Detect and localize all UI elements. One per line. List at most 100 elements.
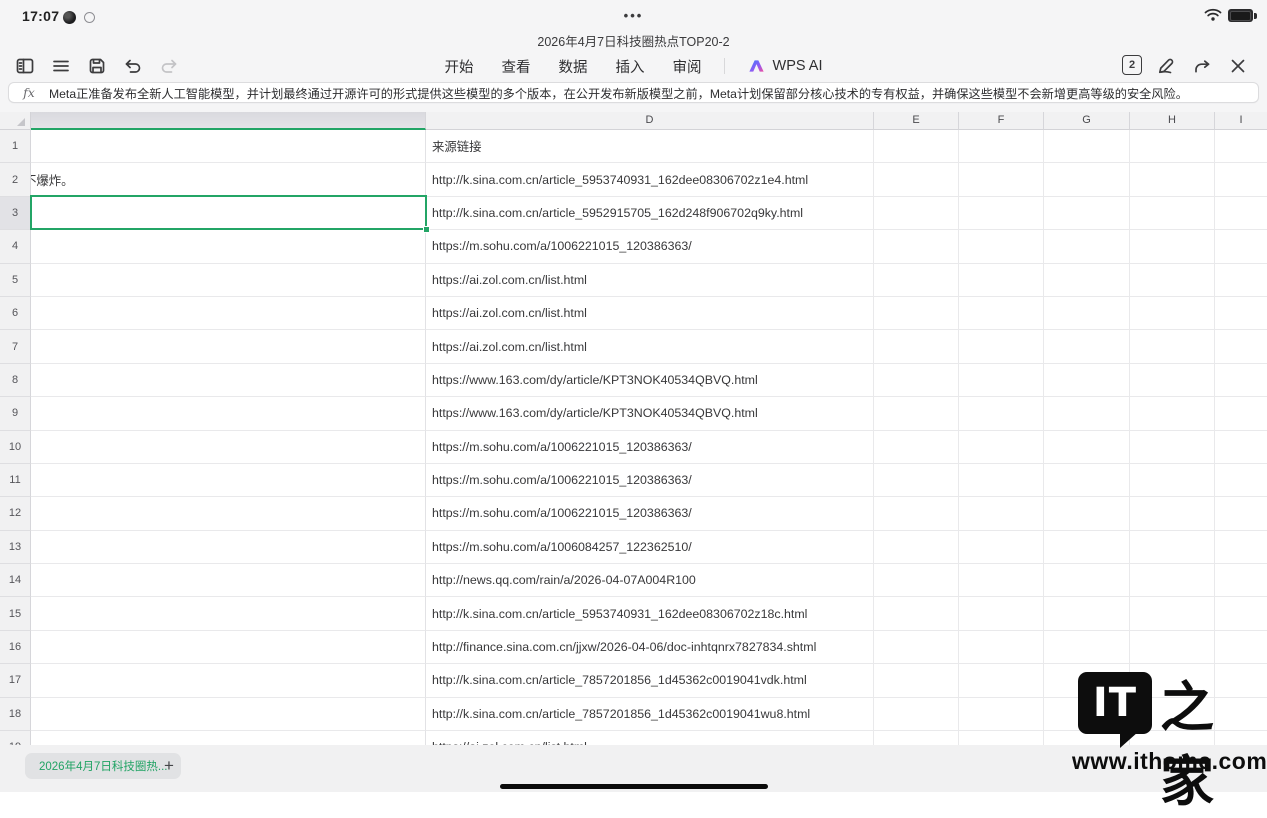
cell-c19[interactable] — [31, 731, 426, 745]
cell-g7[interactable] — [1044, 330, 1130, 363]
cell-g2[interactable] — [1044, 163, 1130, 196]
cell-c15[interactable] — [31, 597, 426, 630]
cell-e17[interactable] — [874, 664, 959, 697]
cell-f6[interactable] — [959, 297, 1044, 330]
cell-f16[interactable] — [959, 631, 1044, 664]
column-header-D[interactable]: D — [426, 112, 874, 130]
cell-h10[interactable] — [1130, 431, 1215, 464]
cell-c2[interactable]: 不爆炸。 — [31, 163, 426, 196]
cell-i12[interactable] — [1215, 497, 1267, 530]
cell-e2[interactable] — [874, 163, 959, 196]
cell-d19[interactable]: https://ai.zol.com.cn/list.html — [426, 731, 874, 745]
cell-e10[interactable] — [874, 431, 959, 464]
cell-c11[interactable] — [31, 464, 426, 497]
cell-h17[interactable] — [1130, 664, 1215, 697]
row-header-8[interactable]: 8 — [0, 364, 31, 397]
cell-h9[interactable] — [1130, 397, 1215, 430]
cell-g13[interactable] — [1044, 531, 1130, 564]
home-indicator[interactable] — [500, 784, 768, 789]
column-header-G[interactable]: G — [1044, 112, 1130, 130]
row-header-10[interactable]: 10 — [0, 431, 31, 464]
cell-c7[interactable] — [31, 330, 426, 363]
tab-review[interactable]: 审阅 — [673, 56, 702, 77]
row-header-16[interactable]: 16 — [0, 631, 31, 664]
cell-i11[interactable] — [1215, 464, 1267, 497]
cell-c10[interactable] — [31, 431, 426, 464]
cell-h14[interactable] — [1130, 564, 1215, 597]
window-count-button[interactable]: 2 — [1122, 55, 1142, 75]
cell-i10[interactable] — [1215, 431, 1267, 464]
tab-data[interactable]: 数据 — [559, 56, 588, 77]
cell-f14[interactable] — [959, 564, 1044, 597]
cell-g16[interactable] — [1044, 631, 1130, 664]
cell-h18[interactable] — [1130, 698, 1215, 731]
cell-d14[interactable]: http://news.qq.com/rain/a/2026-04-07A004… — [426, 564, 874, 597]
cell-e15[interactable] — [874, 597, 959, 630]
cell-f18[interactable] — [959, 698, 1044, 731]
cell-e3[interactable] — [874, 197, 959, 230]
cell-f10[interactable] — [959, 431, 1044, 464]
cell-c12[interactable] — [31, 497, 426, 530]
cell-f17[interactable] — [959, 664, 1044, 697]
add-sheet-button[interactable]: + — [156, 753, 182, 779]
cell-c5[interactable] — [31, 264, 426, 297]
cell-d11[interactable]: https://m.sohu.com/a/1006221015_12038636… — [426, 464, 874, 497]
tab-insert[interactable]: 插入 — [616, 56, 645, 77]
cell-h13[interactable] — [1130, 531, 1215, 564]
cell-g10[interactable] — [1044, 431, 1130, 464]
cell-d3[interactable]: http://k.sina.com.cn/article_5952915705_… — [426, 197, 874, 230]
cell-h2[interactable] — [1130, 163, 1215, 196]
select-all-corner[interactable] — [0, 112, 31, 130]
cell-e13[interactable] — [874, 531, 959, 564]
cell-g9[interactable] — [1044, 397, 1130, 430]
cell-c16[interactable] — [31, 631, 426, 664]
row-header-3[interactable]: 3 — [0, 197, 31, 230]
cell-h3[interactable] — [1130, 197, 1215, 230]
cell-f13[interactable] — [959, 531, 1044, 564]
cell-i13[interactable] — [1215, 531, 1267, 564]
cell-c17[interactable] — [31, 664, 426, 697]
column-header-E[interactable]: E — [874, 112, 959, 130]
cell-h11[interactable] — [1130, 464, 1215, 497]
cell-c13[interactable] — [31, 531, 426, 564]
cell-g11[interactable] — [1044, 464, 1130, 497]
cell-d13[interactable]: https://m.sohu.com/a/1006084257_12236251… — [426, 531, 874, 564]
cell-i4[interactable] — [1215, 230, 1267, 263]
row-header-12[interactable]: 12 — [0, 497, 31, 530]
cell-h7[interactable] — [1130, 330, 1215, 363]
cell-i17[interactable] — [1215, 664, 1267, 697]
cell-d10[interactable]: https://m.sohu.com/a/1006221015_12038636… — [426, 431, 874, 464]
selected-cell-outline[interactable] — [30, 195, 427, 230]
cell-h4[interactable] — [1130, 230, 1215, 263]
cell-g15[interactable] — [1044, 597, 1130, 630]
column-header-I[interactable]: I — [1215, 112, 1267, 130]
cell-c14[interactable] — [31, 564, 426, 597]
cell-c8[interactable] — [31, 364, 426, 397]
cell-d7[interactable]: https://ai.zol.com.cn/list.html — [426, 330, 874, 363]
close-button[interactable] — [1225, 53, 1251, 79]
cell-i6[interactable] — [1215, 297, 1267, 330]
cell-i15[interactable] — [1215, 597, 1267, 630]
cell-e5[interactable] — [874, 264, 959, 297]
cell-c1[interactable] — [31, 130, 426, 163]
cell-f9[interactable] — [959, 397, 1044, 430]
cell-h12[interactable] — [1130, 497, 1215, 530]
cell-c4[interactable] — [31, 230, 426, 263]
cell-f15[interactable] — [959, 597, 1044, 630]
cell-h5[interactable] — [1130, 264, 1215, 297]
cell-d9[interactable]: https://www.163.com/dy/article/KPT3NOK40… — [426, 397, 874, 430]
cell-e8[interactable] — [874, 364, 959, 397]
cell-f2[interactable] — [959, 163, 1044, 196]
cell-f4[interactable] — [959, 230, 1044, 263]
formula-input[interactable]: Meta正准备发布全新人工智能模型，并计划最终通过开源许可的形式提供这些模型的多… — [49, 84, 1258, 102]
cell-e6[interactable] — [874, 297, 959, 330]
cell-h15[interactable] — [1130, 597, 1215, 630]
cell-e12[interactable] — [874, 497, 959, 530]
cell-h19[interactable] — [1130, 731, 1215, 745]
cell-d16[interactable]: http://finance.sina.com.cn/jjxw/2026-04-… — [426, 631, 874, 664]
fill-handle[interactable] — [423, 226, 430, 233]
cell-d1[interactable]: 来源链接 — [426, 130, 874, 163]
cell-d2[interactable]: http://k.sina.com.cn/article_5953740931_… — [426, 163, 874, 196]
cell-f7[interactable] — [959, 330, 1044, 363]
row-header-11[interactable]: 11 — [0, 464, 31, 497]
